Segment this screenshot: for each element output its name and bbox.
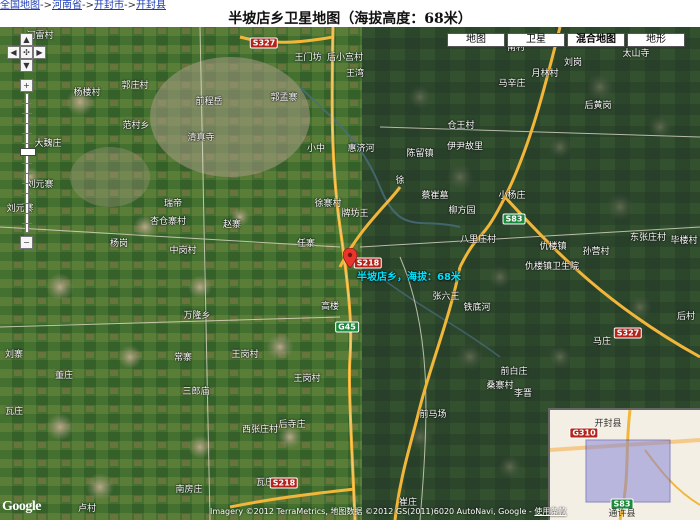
place-label: 后黄岗 bbox=[584, 101, 612, 111]
place-label: 铁底河 bbox=[463, 303, 491, 313]
google-logo: Google bbox=[2, 499, 42, 514]
place-label: 王岗村 bbox=[293, 374, 321, 384]
map-type-hybrid-button[interactable]: 混合地图 bbox=[567, 33, 625, 47]
place-label: 南房庄 bbox=[175, 485, 203, 495]
place-label: 王岗村 bbox=[231, 350, 259, 360]
place-label: 任寨 bbox=[296, 239, 316, 249]
place-label: 三郎庙 bbox=[182, 387, 210, 397]
place-label: 张六王 bbox=[432, 292, 460, 302]
place-label: 仇楼镇卫生院 bbox=[524, 262, 580, 272]
place-label: 惠济河 bbox=[347, 144, 375, 154]
marker-label: 半坡店乡，海拔：68米 bbox=[357, 272, 461, 283]
map-type-map-button[interactable]: 地图 bbox=[447, 33, 505, 47]
place-label: 瑞帝 bbox=[163, 199, 183, 209]
place-label: 常寨 bbox=[173, 353, 193, 363]
place-label: 前白庄 bbox=[500, 367, 528, 377]
road-shield: S83 bbox=[502, 213, 526, 225]
road-shield: S218 bbox=[353, 257, 383, 269]
place-label: 杨岗 bbox=[109, 239, 129, 249]
place-label: 陈留镇 bbox=[406, 149, 434, 159]
place-label: 卢村 bbox=[77, 504, 97, 514]
place-label: 瓦庄 bbox=[4, 407, 24, 417]
place-label: 万隆乡 bbox=[183, 311, 211, 321]
place-label: 桑寨村 bbox=[486, 381, 514, 391]
overview-road-shield: S83 bbox=[610, 498, 634, 510]
place-label: 王湾 bbox=[345, 69, 365, 79]
pan-up-icon[interactable]: ▲ bbox=[20, 33, 33, 46]
place-label: 马辛庄 bbox=[498, 79, 526, 89]
place-label: 前马场 bbox=[419, 410, 447, 420]
place-label: 董庄 bbox=[54, 371, 74, 381]
place-label: 后村 bbox=[676, 312, 696, 322]
place-label: 范村乡 bbox=[122, 121, 150, 131]
place-label: 仓王村 bbox=[447, 121, 475, 131]
map-type-terrain-button[interactable]: 地形 bbox=[627, 33, 685, 47]
place-label: 高楼 bbox=[320, 302, 340, 312]
terms-of-use-link[interactable]: 使用条款 bbox=[534, 507, 566, 516]
place-label: 孙营村 bbox=[582, 247, 610, 257]
road-shield: S218 bbox=[269, 477, 299, 489]
pan-down-icon[interactable]: ▼ bbox=[20, 59, 33, 72]
place-label: 后小宫村 bbox=[326, 53, 364, 63]
place-label: 赵寨 bbox=[222, 220, 242, 230]
page-title: 半坡店乡卫星地图（海拔高度：68米） bbox=[228, 11, 472, 27]
place-label: 王门坊 bbox=[294, 53, 322, 63]
place-label: 徐 bbox=[395, 176, 405, 186]
place-label: 杨楼村 bbox=[73, 88, 101, 98]
place-label: 后寺庄 bbox=[278, 420, 306, 430]
place-label: 西张庄村 bbox=[241, 425, 279, 435]
place-label: 大魏庄 bbox=[34, 139, 62, 149]
place-label: 郭孟寨 bbox=[270, 93, 298, 103]
road-shield: S327 bbox=[613, 327, 643, 339]
place-label: 小中 bbox=[306, 144, 326, 154]
zoom-in-button[interactable]: + bbox=[20, 79, 33, 92]
reset-view-icon[interactable]: ✣ bbox=[20, 46, 33, 59]
place-label: 刘岗 bbox=[563, 58, 583, 68]
place-label: 八里庄村 bbox=[459, 235, 497, 245]
place-label: 月林村 bbox=[531, 69, 559, 79]
overview-place-label: 通许县 bbox=[608, 509, 636, 519]
place-label: 蔡崔墓 bbox=[421, 191, 449, 201]
place-label: 东张庄村 bbox=[629, 233, 667, 243]
pan-left-icon[interactable]: ◀ bbox=[7, 46, 20, 59]
place-label: 前程岳 bbox=[195, 97, 223, 107]
place-label: 徐寨村 bbox=[314, 199, 342, 209]
satellite-map[interactable]: 河雷村 王门坊 后小宫村 王湾 南村 刘岗 太山寺 杨楼村 郭庄村 月林村 郭孟… bbox=[0, 27, 700, 520]
overview-city-label: 开封县 bbox=[594, 419, 622, 429]
zoom-slider-handle[interactable] bbox=[20, 148, 36, 156]
place-label: 李晋 bbox=[513, 389, 533, 399]
road-shield: G45 bbox=[335, 321, 359, 333]
road-shield: S327 bbox=[249, 37, 279, 49]
place-label: 小杨庄 bbox=[498, 191, 526, 201]
location-marker-icon[interactable] bbox=[343, 248, 357, 268]
map-type-switcher: 地图 卫星 混合地图 地形 bbox=[447, 33, 685, 47]
place-label: 牌坊王 bbox=[341, 209, 369, 219]
place-label: 郭庄村 bbox=[121, 81, 149, 91]
place-label: 伊尹故里 bbox=[446, 142, 484, 152]
map-attribution: Imagery ©2012 TerraMetrics, 地图数据 ©2012 G… bbox=[210, 506, 566, 517]
pan-right-icon[interactable]: ▶ bbox=[33, 46, 46, 59]
map-type-satellite-button[interactable]: 卫星 bbox=[507, 33, 565, 47]
overview-road-shield: G310 bbox=[569, 427, 599, 439]
zoom-out-button[interactable]: − bbox=[20, 236, 33, 249]
place-label: 太山寺 bbox=[622, 49, 650, 59]
overview-map[interactable]: 开封县 G310 S83 通许县 bbox=[548, 408, 700, 520]
place-label: 杏仓寨村 bbox=[149, 217, 187, 227]
place-label: 仇楼镇 bbox=[539, 242, 567, 252]
place-label: 清真寺 bbox=[187, 133, 215, 143]
place-label: 中岗村 bbox=[169, 246, 197, 256]
place-label: 马庄 bbox=[592, 337, 612, 347]
zoom-slider[interactable] bbox=[20, 93, 36, 233]
place-label: 毕楼村 bbox=[670, 236, 698, 246]
attribution-text: Imagery ©2012 TerraMetrics, 地图数据 ©2012 G… bbox=[210, 507, 535, 516]
place-label: 柳方园 bbox=[448, 206, 476, 216]
place-label: 刘寨 bbox=[4, 350, 24, 360]
